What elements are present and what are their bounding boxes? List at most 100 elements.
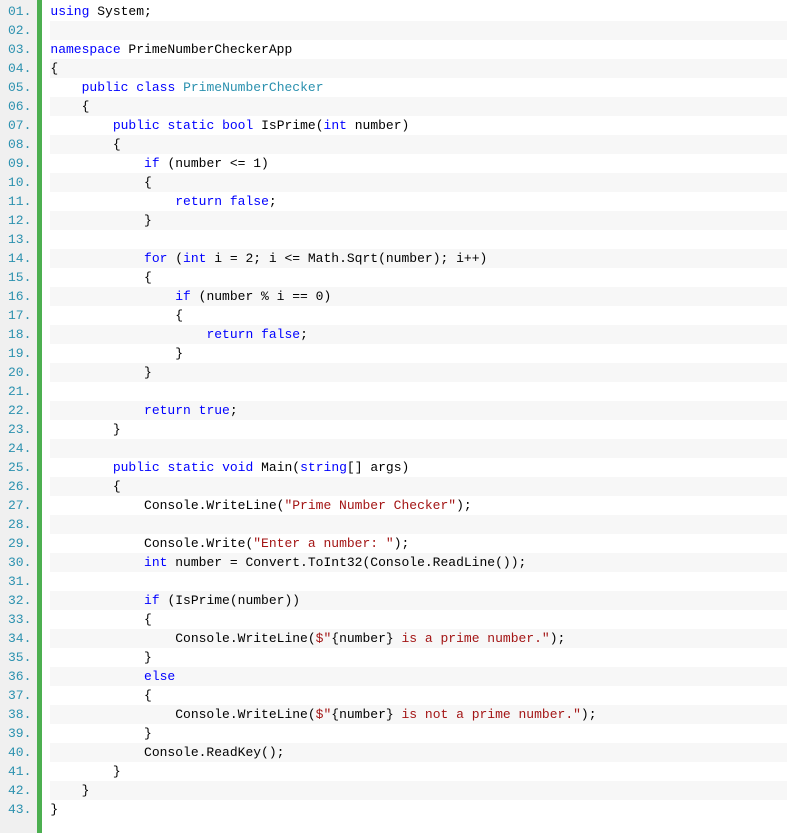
code-line[interactable]: { (50, 97, 787, 116)
line-number: 25. (8, 458, 31, 477)
token: PrimeNumberChecker (183, 80, 323, 95)
line-number: 26. (8, 477, 31, 496)
token: number = Convert.ToInt32(Console.ReadLin… (167, 555, 526, 570)
code-line[interactable]: } (50, 762, 787, 781)
token: public (82, 80, 129, 95)
code-line[interactable]: Console.WriteLine("Prime Number Checker"… (50, 496, 787, 515)
code-line[interactable]: if (number % i == 0) (50, 287, 787, 306)
token: Console.WriteLine( (50, 498, 284, 513)
token: IsPrime( (253, 118, 323, 133)
code-line[interactable]: } (50, 648, 787, 667)
code-line[interactable]: { (50, 135, 787, 154)
line-number: 19. (8, 344, 31, 363)
code-line[interactable]: } (50, 420, 787, 439)
code-line[interactable]: public class PrimeNumberChecker (50, 78, 787, 97)
token: { (50, 479, 120, 494)
code-line[interactable]: Console.Write("Enter a number: "); (50, 534, 787, 553)
code-line[interactable]: { (50, 306, 787, 325)
token: { (50, 270, 151, 285)
line-number: 33. (8, 610, 31, 629)
line-number: 21. (8, 382, 31, 401)
token: for (144, 251, 167, 266)
token: ; (269, 194, 277, 209)
code-line[interactable]: public static bool IsPrime(int number) (50, 116, 787, 135)
token: number) (347, 118, 409, 133)
code-line[interactable] (50, 230, 787, 249)
code-line[interactable]: { (50, 686, 787, 705)
code-line[interactable]: if (number <= 1) (50, 154, 787, 173)
token: { (50, 137, 120, 152)
token: { (50, 308, 183, 323)
code-line[interactable]: { (50, 173, 787, 192)
line-number: 13. (8, 230, 31, 249)
token (50, 669, 144, 684)
line-number: 35. (8, 648, 31, 667)
code-line[interactable]: } (50, 724, 787, 743)
line-number: 43. (8, 800, 31, 819)
code-line[interactable]: Console.WriteLine($"{number} is not a pr… (50, 705, 787, 724)
token (50, 403, 144, 418)
code-line[interactable]: else (50, 667, 787, 686)
code-line[interactable]: return false; (50, 325, 787, 344)
code-line[interactable]: if (IsPrime(number)) (50, 591, 787, 610)
token: if (144, 593, 160, 608)
code-area[interactable]: using System; namespace PrimeNumberChecke… (42, 0, 787, 833)
code-line[interactable]: { (50, 268, 787, 287)
code-line[interactable]: } (50, 344, 787, 363)
token: string (300, 460, 347, 475)
token: (number <= 1) (160, 156, 269, 171)
token: ); (394, 536, 410, 551)
token: else (144, 669, 175, 684)
token (50, 80, 81, 95)
token (50, 118, 112, 133)
line-number: 10. (8, 173, 31, 192)
code-line[interactable]: for (int i = 2; i <= Math.Sqrt(number); … (50, 249, 787, 268)
code-line[interactable]: { (50, 477, 787, 496)
line-number: 36. (8, 667, 31, 686)
code-line[interactable] (50, 21, 787, 40)
token (214, 460, 222, 475)
code-line[interactable]: int number = Convert.ToInt32(Console.Rea… (50, 553, 787, 572)
token: void (222, 460, 253, 475)
token: {number} (331, 631, 393, 646)
code-line[interactable]: return false; (50, 192, 787, 211)
code-line[interactable] (50, 572, 787, 591)
code-line[interactable]: Console.ReadKey(); (50, 743, 787, 762)
line-number-gutter: 01.02.03.04.05.06.07.08.09.10.11.12.13.1… (0, 0, 37, 833)
code-line[interactable]: return true; (50, 401, 787, 420)
token: } (50, 365, 151, 380)
code-editor: 01.02.03.04.05.06.07.08.09.10.11.12.13.1… (0, 0, 787, 833)
line-number: 11. (8, 192, 31, 211)
token: Main( (253, 460, 300, 475)
line-number: 24. (8, 439, 31, 458)
code-line[interactable]: } (50, 781, 787, 800)
code-line[interactable]: using System; (50, 2, 787, 21)
token: false (261, 327, 300, 342)
code-line[interactable] (50, 515, 787, 534)
token: ( (167, 251, 183, 266)
line-number: 39. (8, 724, 31, 743)
code-line[interactable] (50, 439, 787, 458)
code-line[interactable]: { (50, 610, 787, 629)
token: public (113, 460, 160, 475)
code-line[interactable]: } (50, 800, 787, 819)
line-number: 34. (8, 629, 31, 648)
token: ); (550, 631, 566, 646)
code-line[interactable]: namespace PrimeNumberCheckerApp (50, 40, 787, 59)
code-line[interactable]: { (50, 59, 787, 78)
token: } (50, 213, 151, 228)
code-line[interactable]: } (50, 211, 787, 230)
line-number: 03. (8, 40, 31, 59)
code-line[interactable]: Console.WriteLine($"{number} is a prime … (50, 629, 787, 648)
code-line[interactable]: public static void Main(string[] args) (50, 458, 787, 477)
code-line[interactable]: } (50, 363, 787, 382)
line-number: 06. (8, 97, 31, 116)
code-line[interactable] (50, 382, 787, 401)
line-number: 01. (8, 2, 31, 21)
line-number: 27. (8, 496, 31, 515)
token: if (144, 156, 160, 171)
token: is not a prime number." (394, 707, 581, 722)
token (222, 194, 230, 209)
line-number: 38. (8, 705, 31, 724)
line-number: 22. (8, 401, 31, 420)
